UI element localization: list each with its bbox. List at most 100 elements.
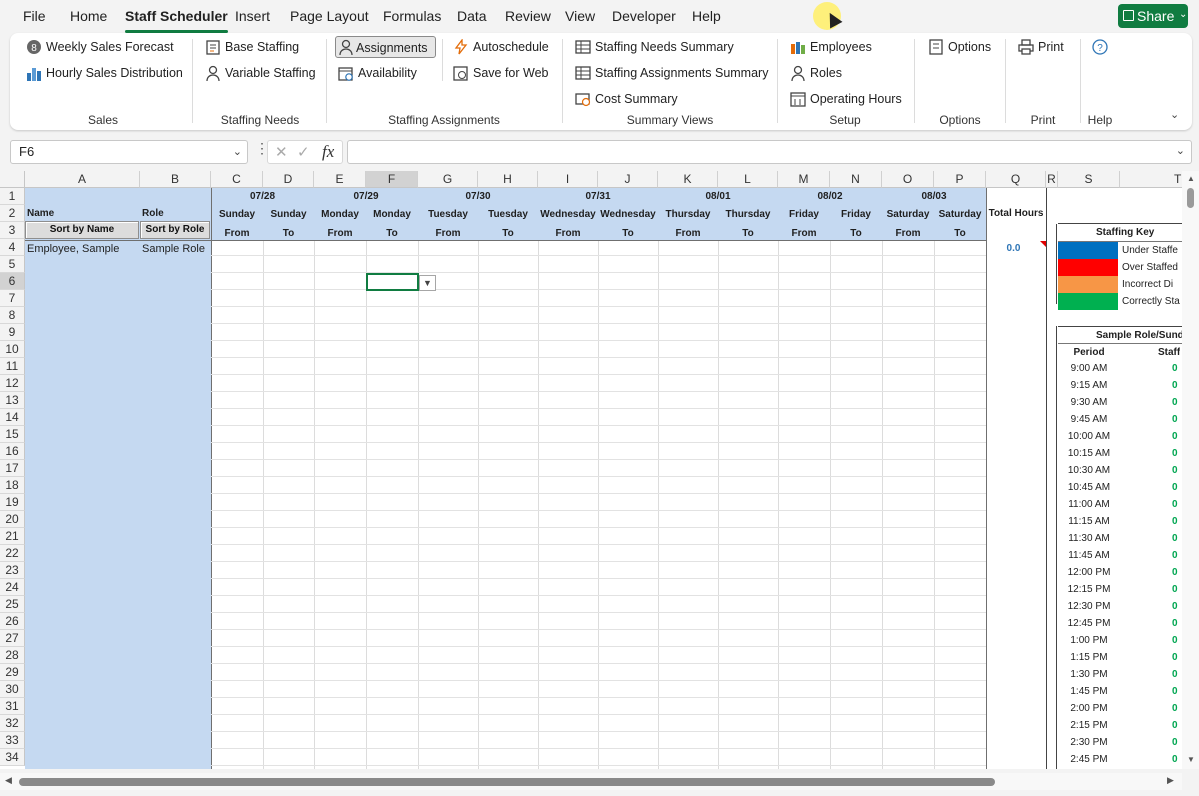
row-header[interactable]: 14 [0,409,25,426]
selected-cell[interactable] [366,273,419,291]
cancel-icon[interactable]: ✕ [275,143,288,161]
row-header[interactable]: 3 [0,222,25,239]
row-header[interactable]: 31 [0,698,25,715]
name-box[interactable]: F6 ⌄ [10,140,248,164]
staffing-needs-summary-button[interactable]: Staffing Needs Summary [575,36,734,58]
tab-file[interactable]: File [23,8,46,24]
formula-input[interactable]: ⌄ [347,140,1192,164]
autoschedule-button[interactable]: Autoschedule [453,36,549,58]
row-header[interactable]: 17 [0,460,25,477]
row-header[interactable]: 32 [0,715,25,732]
row-header[interactable]: 29 [0,664,25,681]
employee-name-cell[interactable]: Employee, Sample [27,243,119,255]
tab-home[interactable]: Home [70,8,107,24]
cell-dropdown-chevron-icon[interactable]: ▼ [419,275,436,291]
row-header[interactable]: 21 [0,528,25,545]
row-header[interactable]: 20 [0,511,25,528]
col-header-b[interactable]: B [140,171,211,188]
sort-by-role-button[interactable]: Sort by Role [140,221,210,239]
row-header[interactable]: 11 [0,358,25,375]
col-header-g[interactable]: G [418,171,478,188]
row-header[interactable]: 1 [0,188,25,205]
employees-button[interactable]: Employees [790,36,872,58]
tab-data[interactable]: Data [457,8,487,24]
col-header-q[interactable]: Q [986,171,1046,188]
print-button[interactable]: Print [1018,36,1064,58]
row-header[interactable]: 2 [0,205,25,222]
sort-by-name-button[interactable]: Sort by Name [25,221,139,239]
tab-view[interactable]: View [565,8,595,24]
row-header[interactable]: 5 [0,256,25,273]
assignments-button[interactable]: Assignments [335,36,436,58]
row-header[interactable]: 34 [0,749,25,766]
share-button[interactable]: Share ⌄ [1118,4,1188,28]
col-header-i[interactable]: I [538,171,598,188]
col-header-e[interactable]: E [314,171,366,188]
col-header-k[interactable]: K [658,171,718,188]
select-all-corner[interactable] [0,171,25,188]
row-header[interactable]: 7 [0,290,25,307]
tab-review[interactable]: Review [505,8,551,24]
row-header[interactable]: 4 [0,239,25,256]
row-header[interactable]: 24 [0,579,25,596]
row-header[interactable]: 26 [0,613,25,630]
row-header[interactable]: 15 [0,426,25,443]
row-header[interactable]: 25 [0,596,25,613]
vertical-scrollbar[interactable]: ▲ ▼ [1182,171,1199,769]
availability-button[interactable]: Availability [338,62,417,84]
tab-page-layout[interactable]: Page Layout [290,8,369,24]
staffing-assignments-summary-button[interactable]: Staffing Assignments Summary [575,62,768,84]
chevron-down-icon[interactable]: ⌄ [233,141,242,163]
horizontal-scroll-thumb[interactable] [19,778,995,786]
col-header-j[interactable]: J [598,171,658,188]
col-header-p[interactable]: P [934,171,986,188]
scroll-left-icon[interactable]: ◀ [5,775,12,786]
row-header[interactable]: 10 [0,341,25,358]
operating-hours-button[interactable]: Operating Hours [790,88,902,110]
variable-staffing-button[interactable]: Variable Staffing [205,62,316,84]
col-header-c[interactable]: C [211,171,263,188]
col-header-s[interactable]: S [1058,171,1120,188]
col-header-h[interactable]: H [478,171,538,188]
help-button[interactable]: ? [1091,36,1111,58]
col-header-m[interactable]: M [778,171,830,188]
row-header[interactable]: 28 [0,647,25,664]
col-header-f[interactable]: F [366,171,418,188]
row-header[interactable]: 30 [0,681,25,698]
worksheet-grid[interactable]: A B C D E F G H I J K L M N O P Q R S T … [0,171,1182,769]
expand-formula-chevron-icon[interactable]: ⌄ [1176,144,1185,157]
check-icon[interactable]: ✓ [297,143,310,161]
row-header[interactable]: 9 [0,324,25,341]
col-header-d[interactable]: D [263,171,314,188]
col-header-n[interactable]: N [830,171,882,188]
horizontal-scrollbar[interactable]: ◀ ▶ [0,773,1182,790]
tab-insert[interactable]: Insert [235,8,270,24]
row-header[interactable]: 8 [0,307,25,324]
collapse-ribbon-chevron-icon[interactable]: ⌄ [1170,108,1179,121]
row-header[interactable]: 13 [0,392,25,409]
row-header[interactable]: 22 [0,545,25,562]
row-header[interactable]: 27 [0,630,25,647]
row-header[interactable]: 18 [0,477,25,494]
employee-role-cell[interactable]: Sample Role [142,243,205,255]
row-header[interactable]: 16 [0,443,25,460]
vertical-scroll-thumb[interactable] [1187,188,1194,208]
row-header[interactable]: 19 [0,494,25,511]
scroll-up-icon[interactable]: ▲ [1187,174,1195,183]
col-header-r[interactable]: R [1046,171,1058,188]
save-for-web-button[interactable]: Save for Web [453,62,549,84]
hourly-sales-distribution-button[interactable]: Hourly Sales Distribution [26,62,183,84]
row-header[interactable]: 33 [0,732,25,749]
insert-function-icon[interactable]: fx [322,142,334,162]
total-hours-cell[interactable]: 0.0 [986,243,1041,254]
tab-developer[interactable]: Developer [612,8,676,24]
tab-staff-scheduler[interactable]: Staff Scheduler [125,8,228,33]
row-header[interactable]: 12 [0,375,25,392]
options-button[interactable]: Options [928,36,991,58]
roles-button[interactable]: Roles [790,62,842,84]
base-staffing-button[interactable]: Base Staffing [205,36,299,58]
col-header-t[interactable]: T [1120,171,1182,188]
row-header[interactable]: 23 [0,562,25,579]
scroll-right-icon[interactable]: ▶ [1167,775,1174,786]
col-header-a[interactable]: A [25,171,140,188]
